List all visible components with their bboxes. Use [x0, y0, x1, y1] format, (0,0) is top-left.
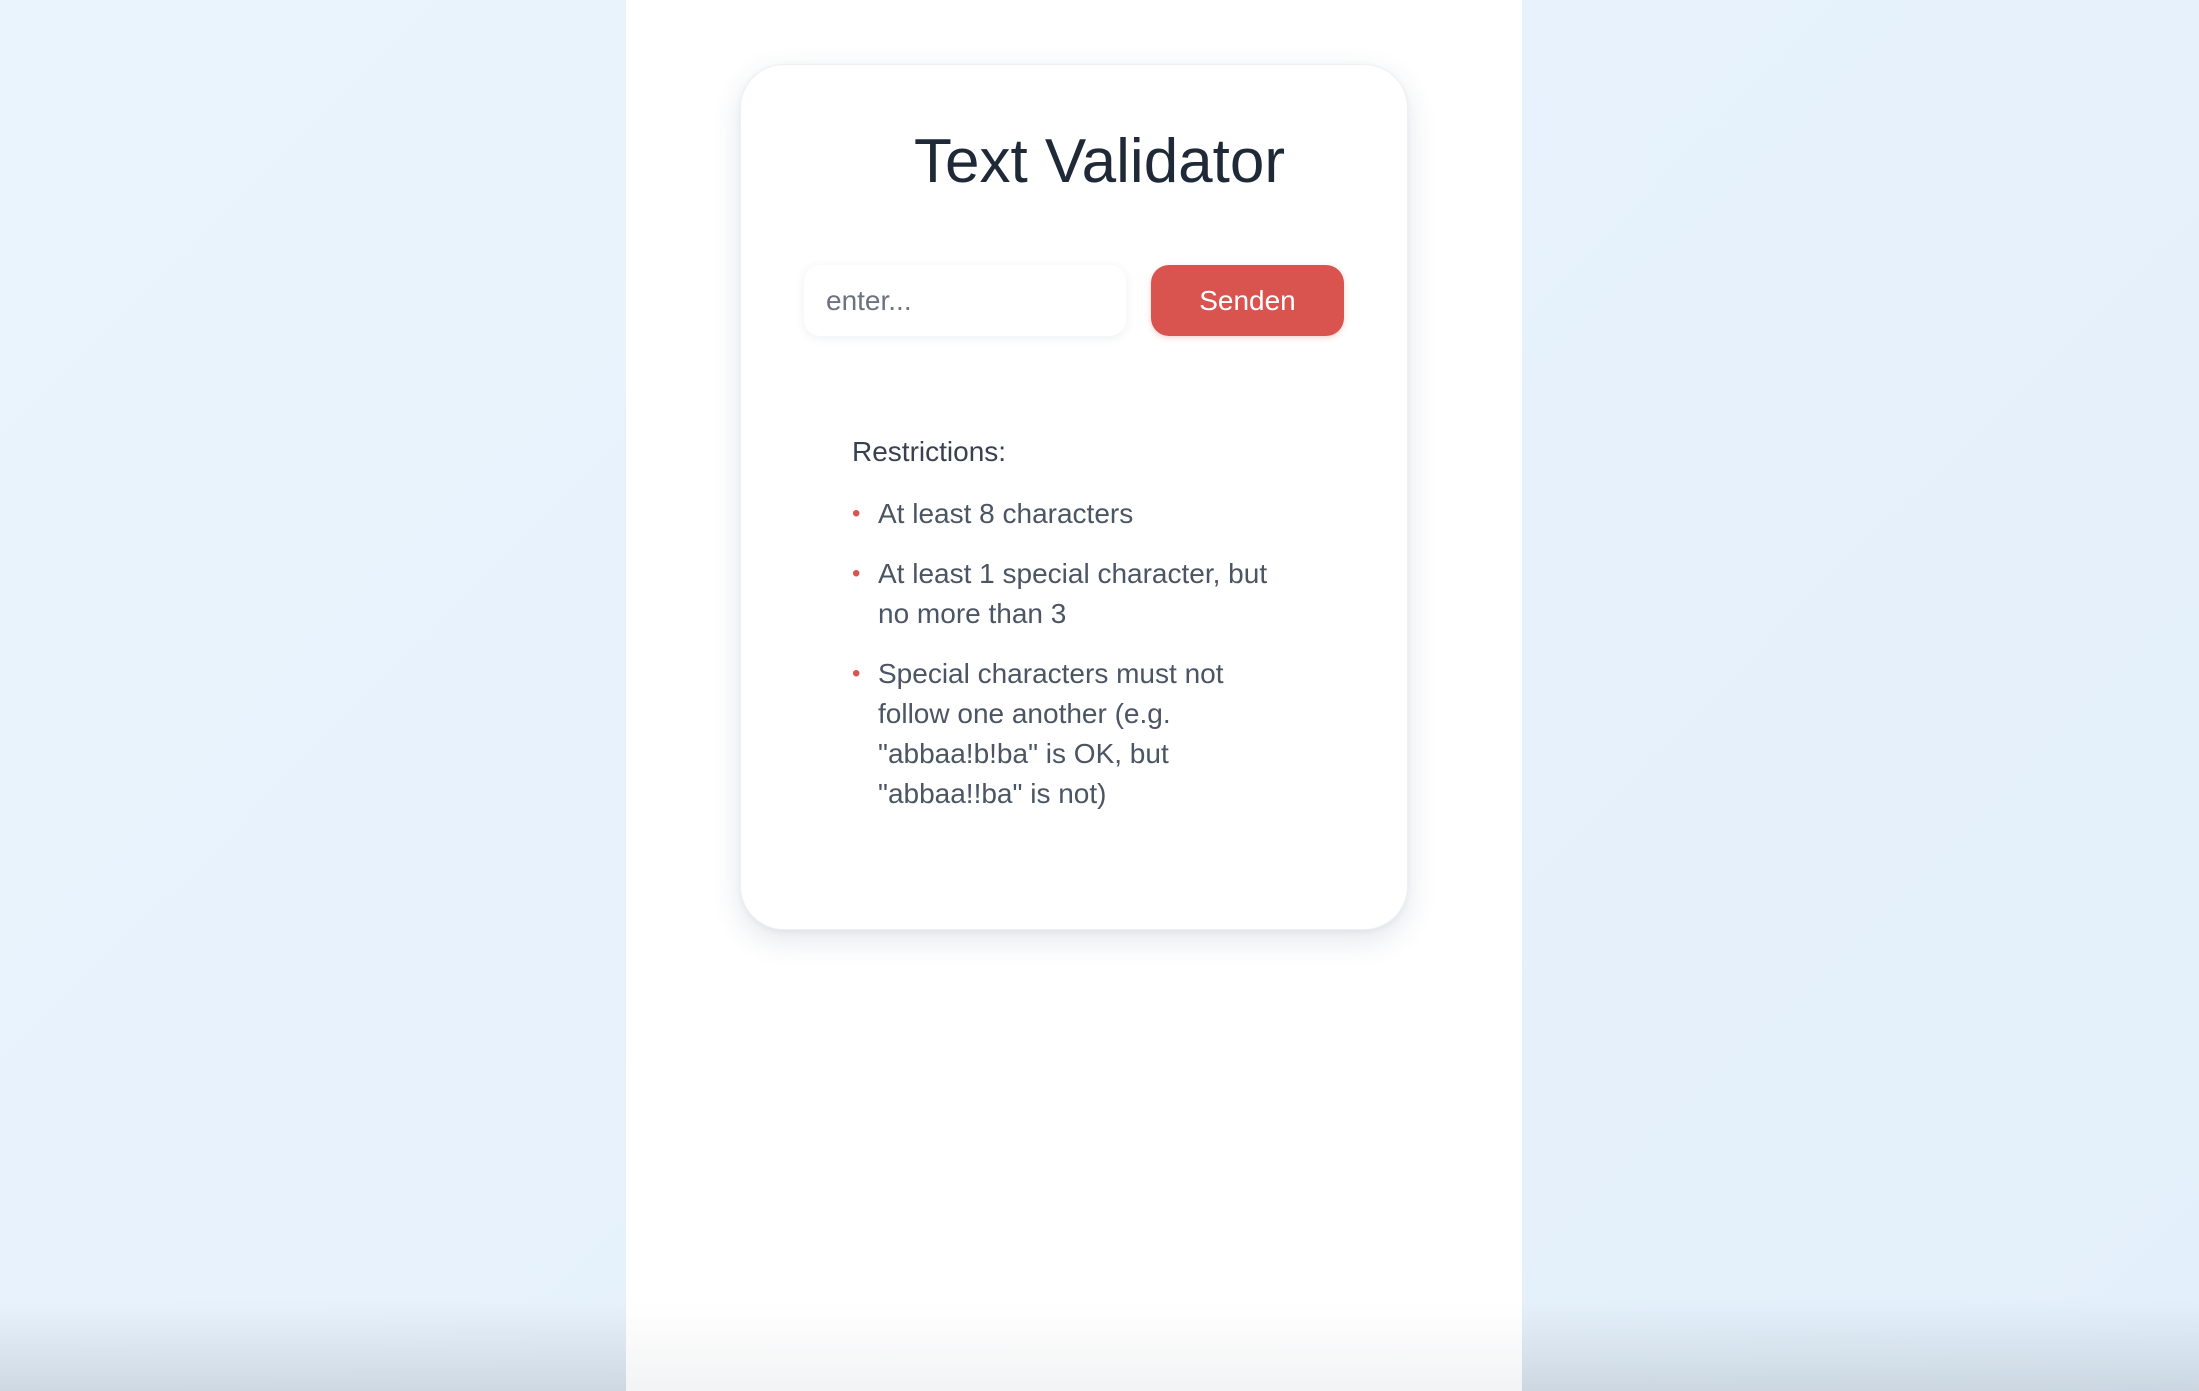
- page-title: Text Validator: [913, 127, 1286, 196]
- bullet-icon: •: [852, 560, 861, 587]
- restriction-text: At least 8 characters: [878, 498, 1134, 529]
- restriction-item: • At least 1 special character, but no m…: [852, 554, 1292, 634]
- restrictions-panel: Restrictions: • At least 8 characters • …: [852, 432, 1292, 834]
- restriction-text: Special characters must not follow one a…: [878, 658, 1224, 809]
- send-button[interactable]: Senden: [1151, 265, 1344, 336]
- restriction-text: At least 1 special character, but no mor…: [878, 558, 1268, 629]
- text-input[interactable]: [804, 265, 1126, 336]
- restriction-item: • At least 8 characters: [852, 494, 1292, 534]
- restrictions-list: • At least 8 characters • At least 1 spe…: [852, 494, 1292, 814]
- bullet-icon: •: [852, 500, 861, 527]
- restrictions-heading: Restrictions:: [852, 436, 1007, 467]
- restriction-item: • Special characters must not follow one…: [852, 654, 1292, 814]
- bullet-icon: •: [852, 660, 861, 687]
